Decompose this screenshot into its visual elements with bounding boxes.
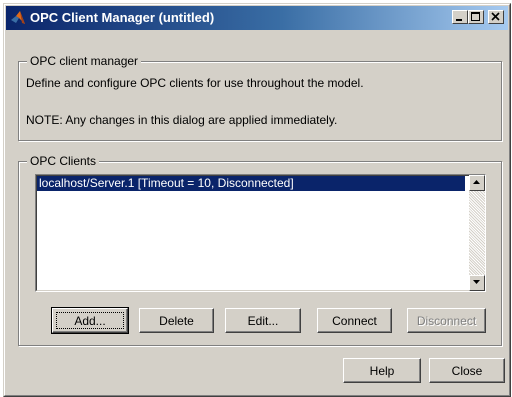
scroll-up-button[interactable] (469, 175, 485, 191)
manager-note: NOTE: Any changes in this dialog are app… (26, 113, 338, 127)
edit-button-label: Edit... (247, 313, 279, 328)
delete-button-label: Delete (159, 313, 194, 328)
add-button[interactable]: Add... (51, 307, 129, 334)
delete-button[interactable]: Delete (139, 308, 214, 333)
clients-listbox[interactable]: localhost/Server.1 [Timeout = 10, Discon… (35, 174, 486, 292)
arrow-down-icon (473, 280, 480, 284)
title-bar[interactable]: OPC Client Manager (untitled) (6, 6, 508, 30)
manager-group: OPC client manager Define and configure … (18, 54, 502, 141)
list-item[interactable]: localhost/Server.1 [Timeout = 10, Discon… (37, 176, 465, 191)
minimize-icon (456, 19, 462, 21)
clients-group-legend: OPC Clients (27, 154, 100, 168)
add-button-label: Add... (74, 313, 106, 328)
manager-group-legend: OPC client manager (27, 54, 142, 68)
window-title: OPC Client Manager (untitled) (30, 10, 215, 25)
edit-button[interactable]: Edit... (225, 308, 301, 333)
connect-button-label: Connect (332, 313, 377, 328)
close-window-button[interactable] (488, 10, 504, 24)
maximize-button[interactable] (468, 10, 484, 24)
manager-description: Define and configure OPC clients for use… (26, 76, 364, 90)
minimize-button[interactable] (452, 10, 468, 24)
close-button[interactable]: Close (429, 358, 505, 383)
arrow-up-icon (473, 180, 480, 184)
disconnect-button[interactable]: Disconnect (407, 308, 486, 333)
disconnect-button-label: Disconnect (416, 313, 477, 328)
scroll-down-button[interactable] (469, 275, 485, 291)
maximize-icon (471, 12, 480, 21)
listbox-border (36, 175, 485, 291)
close-icon (491, 12, 500, 21)
connect-button[interactable]: Connect (317, 308, 392, 333)
matlab-logo-icon (10, 10, 26, 26)
help-button[interactable]: Help (343, 358, 421, 383)
help-button-label: Help (369, 363, 395, 378)
close-button-label: Close (451, 363, 483, 378)
listbox-scrollbar[interactable] (469, 175, 485, 291)
